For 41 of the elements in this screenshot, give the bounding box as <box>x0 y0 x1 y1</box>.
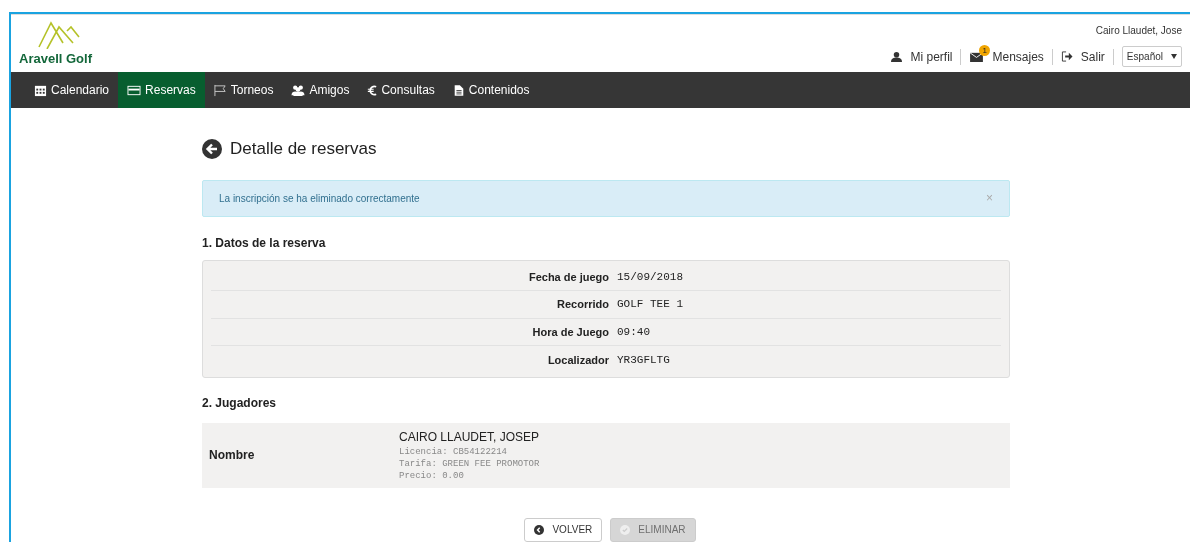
user-icon <box>891 51 903 62</box>
field-label: Localizador <box>546 352 609 368</box>
calendar-icon <box>34 83 47 97</box>
back-button[interactable]: VOLVER <box>524 517 603 542</box>
euro-icon <box>367 83 378 97</box>
language-select[interactable]: Español <box>1121 46 1182 67</box>
top-link[interactable]: 1 Mensajes <box>969 47 1044 66</box>
field-value: YR3GFLTG <box>617 352 670 368</box>
caret-icon <box>1171 54 1177 59</box>
exit-icon <box>1060 51 1073 62</box>
people-icon <box>291 83 306 97</box>
nav-tab[interactable]: Amigos <box>282 72 359 108</box>
credit-card-icon <box>127 83 142 97</box>
nav-tab[interactable]: Calendario <box>25 72 119 108</box>
field-label: Nombre <box>208 447 256 464</box>
field-label: Recorrido <box>556 297 609 312</box>
field-label: Hora de Juego <box>531 324 609 340</box>
field-value: 09:40 <box>617 324 650 340</box>
nav-tab[interactable]: Reservas <box>118 72 205 108</box>
top-link[interactable]: Mi perfil <box>891 47 953 66</box>
top-link[interactable]: Salir <box>1060 47 1105 66</box>
field-label: Fecha de juego <box>527 269 609 285</box>
field-value: 15/09/2018 <box>617 269 683 285</box>
field-value: GOLF TEE 1 <box>617 297 683 312</box>
alert-message: La inscripción se ha eliminado correctamente <box>219 191 420 206</box>
document-icon <box>452 83 465 97</box>
user-name: Cairo Llaudet, Jose <box>1095 24 1182 38</box>
player-detail: Tarifa: GREEN FEE PROMOTOR <box>399 458 540 470</box>
flag-icon <box>213 83 227 97</box>
nav-tab[interactable]: Consultas <box>358 72 444 108</box>
player-name: CAIRO LLAUDET, JOSEP <box>399 429 540 446</box>
notification-badge: 1 <box>979 45 990 56</box>
brand-name: Aravell Golf <box>19 49 93 68</box>
nav-tab[interactable]: Torneos <box>204 72 283 108</box>
page-title: Detalle de reservas <box>230 138 377 160</box>
section-heading: 1. Datos de la reserva <box>202 234 327 252</box>
nav-tab[interactable]: Contenidos <box>443 72 539 108</box>
checkmark-icon <box>620 524 631 535</box>
player-detail: Licencia: CB54122214 <box>399 446 509 458</box>
section-heading: 2. Jugadores <box>202 394 278 412</box>
player-detail: Precio: 0.00 <box>399 470 465 482</box>
